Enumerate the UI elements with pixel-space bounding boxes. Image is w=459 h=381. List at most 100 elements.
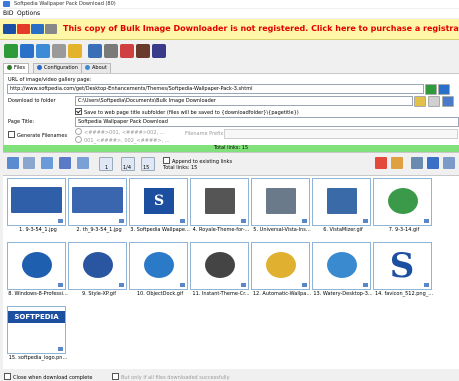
url-browse-icon[interactable] [438, 84, 450, 95]
generate-check-icon[interactable] [8, 131, 15, 138]
folder-input[interactable]: C:\Users\Softpedia\Documents\Bulk Image … [75, 96, 413, 106]
thumbnail-frame[interactable] [129, 242, 188, 290]
thumbnail-image [205, 252, 235, 278]
tab-configuration-label: Configuration [44, 65, 78, 71]
log-icon[interactable] [152, 44, 166, 58]
delete-icon[interactable] [375, 157, 387, 169]
option-2-label: 001_<####>, 002_<####>, ... [84, 138, 170, 144]
tools-icon[interactable] [52, 44, 66, 58]
thumbnail-frame[interactable] [190, 242, 249, 290]
only-if-success[interactable]: But only if all files downloaded success… [112, 373, 230, 381]
subfolder-checkbox[interactable]: Save to web page title subfolder (files … [75, 108, 299, 116]
folder-open-icon[interactable] [442, 96, 454, 107]
stop-icon[interactable] [68, 44, 82, 58]
prefix-label: Filename Prefix: [185, 131, 225, 137]
save-icon[interactable] [88, 44, 102, 58]
tab-files[interactable]: Files [3, 63, 29, 73]
thumbnail-item[interactable]: S 3. Softpedia Wallpape... [129, 178, 190, 238]
thumbnail-item[interactable]: 12. Automatic-Wallpa... [251, 242, 311, 302]
thumbnail-frame[interactable] [68, 242, 127, 290]
generate-filenames-label: Generate Filenames [17, 133, 68, 139]
thumbnail-frame[interactable]: S [129, 178, 188, 226]
thumbnail-item[interactable]: SOFTPEDIA 15. softpedia_logo.pn... [7, 306, 67, 366]
mastercard-icon [17, 24, 30, 34]
registration-message[interactable]: This copy of Bulk Image Downloader is no… [63, 24, 459, 33]
clean-icon[interactable] [391, 157, 403, 169]
url-input[interactable]: http://www.softpedia.com/get/Desktop-Enh… [7, 84, 424, 94]
tab-about[interactable]: About [81, 63, 111, 73]
thumbnail-frame[interactable] [251, 178, 310, 226]
thumbnail-frame[interactable] [312, 178, 371, 226]
thumbnail-image [266, 252, 296, 278]
download-all-icon[interactable] [427, 157, 439, 169]
thumbnail-item[interactable]: 9. Style-XP.gif [68, 242, 128, 302]
file-type-icon [58, 283, 63, 287]
main-toolbar [0, 40, 459, 62]
thumbnail-caption: 3. Softpedia Wallpape... [130, 227, 190, 233]
globe-icon[interactable] [20, 44, 34, 58]
count-1: 1 [105, 165, 109, 171]
thumbnail-frame[interactable] [68, 178, 127, 226]
settings-icon[interactable] [136, 44, 150, 58]
thumb-medium-icon[interactable] [59, 157, 71, 169]
folder-tools-icon[interactable] [428, 96, 440, 107]
export-icon[interactable] [443, 157, 455, 169]
append-checkbox[interactable]: Append to existing links [163, 157, 232, 165]
thumbnail-frame[interactable] [373, 178, 432, 226]
thumbnail-frame[interactable] [7, 178, 66, 226]
option-1[interactable]: <####>001, <####>002, ... [75, 128, 165, 136]
download-icon[interactable] [411, 157, 423, 169]
thumbnail-frame[interactable] [7, 242, 66, 290]
thumbnail-frame[interactable]: S [373, 242, 432, 290]
thumbnail-item[interactable]: 1. 9-3-54_1.jpg [7, 178, 67, 238]
thumbnail-item[interactable]: 2. th_9-3-54_1.jpg [68, 178, 128, 238]
menu-options[interactable]: Options [17, 10, 40, 17]
append-check-icon[interactable] [163, 157, 170, 164]
tab-about-label: About [92, 65, 107, 71]
queue-icon[interactable] [104, 44, 118, 58]
close-when-complete[interactable]: Close when download complete [4, 373, 92, 381]
thumbnail-image [22, 252, 52, 278]
url-go-icon[interactable] [425, 84, 437, 95]
thumbnail-item[interactable]: S 14. favicon_512.png_... [373, 242, 433, 302]
close-check-icon[interactable] [4, 373, 11, 380]
thumbnail-item[interactable]: 7. 9-3-14.gif [373, 178, 433, 238]
folder-icon[interactable] [414, 96, 426, 107]
subfolder-check-icon[interactable] [75, 108, 82, 115]
window-title: Softpedia Wallpaper Pack Download (80) [14, 1, 116, 7]
tab-configuration[interactable]: Configuration [33, 63, 82, 73]
prefix-input[interactable] [224, 129, 458, 139]
radio-icon[interactable] [75, 136, 82, 143]
thumbnail-item[interactable]: 8. Windows-8-Professi... [7, 242, 68, 302]
only-label: But only if all files downloaded success… [121, 375, 230, 381]
thumbnail-item[interactable]: 11. Instant-Theme-Cr... [190, 242, 250, 302]
thumbnail-image: S [389, 246, 415, 286]
file-type-icon [119, 219, 124, 223]
help-icon[interactable] [120, 44, 134, 58]
registration-banner[interactable]: This copy of Bulk Image Downloader is no… [0, 19, 459, 40]
total-links-count: Total links: 15 [163, 165, 198, 171]
refresh-icon[interactable] [4, 44, 18, 58]
view-toolbar: 1 1/4 15 Append to existing links Total … [3, 153, 459, 175]
option-2[interactable]: 001_<####>, 002_<####>, ... [75, 136, 170, 144]
radio-icon[interactable] [75, 128, 82, 135]
page-title-input[interactable]: Softpedia Wallpaper Pack Download [75, 117, 459, 127]
thumb-small-icon[interactable] [41, 157, 53, 169]
list-view-icon[interactable] [23, 157, 35, 169]
thumbnail-frame[interactable] [312, 242, 371, 290]
eye-icon[interactable] [36, 44, 50, 58]
thumbnail-frame[interactable] [251, 242, 310, 290]
thumbnail-frame[interactable]: SOFTPEDIA [7, 306, 66, 354]
thumbnail-item[interactable]: 10. ObjectDock.gif [129, 242, 189, 302]
thumbnail-frame[interactable] [190, 178, 249, 226]
thumbnail-item[interactable]: 5. Universal-Vista-Ins... [251, 178, 311, 238]
thumbnail-item[interactable]: 4. Royale-Theme-for-... [190, 178, 250, 238]
thumbnail-item[interactable]: 6. VistaMizer.gif [312, 178, 372, 238]
thumbnail-image [327, 252, 357, 278]
large-icons-icon[interactable] [7, 157, 19, 169]
thumbnail-item[interactable]: 13. Watery-Desktop-3... [312, 242, 373, 302]
generate-filenames-checkbox[interactable]: Generate Filenames [8, 131, 67, 139]
menu-bid[interactable]: BID [3, 10, 14, 17]
thumb-large-icon[interactable] [77, 157, 89, 169]
only-check-icon[interactable] [112, 373, 119, 380]
